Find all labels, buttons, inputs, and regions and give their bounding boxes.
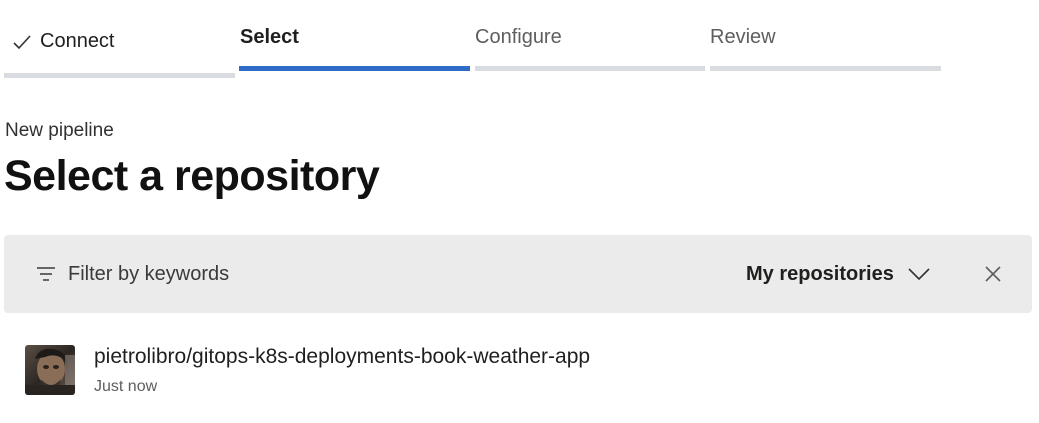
repository-name: pietrolibro/gitops-k8s-deployments-book-… <box>94 345 591 368</box>
step-configure-label-row: Configure <box>475 26 562 49</box>
step-select-label: Select <box>240 26 299 48</box>
step-configure[interactable]: Configure <box>475 0 705 72</box>
repository-list-item[interactable]: pietrolibro/gitops-k8s-deployments-book-… <box>24 340 1024 404</box>
step-select-progress-bar <box>239 66 470 71</box>
breadcrumb: New pipeline <box>5 120 114 141</box>
wizard-steps: Connect Select Configure Review <box>4 0 944 78</box>
avatar-photo <box>25 345 75 395</box>
checkmark-icon <box>13 34 31 49</box>
step-review[interactable]: Review <box>710 0 941 72</box>
repository-timestamp: Just now <box>94 378 158 395</box>
chevron-down-icon <box>908 268 930 281</box>
clear-filter-button[interactable] <box>981 262 1005 286</box>
step-connect-label: Connect <box>40 30 115 52</box>
filter-bar: My repositories <box>4 235 1032 313</box>
repository-scope-dropdown[interactable]: My repositories <box>746 257 930 291</box>
step-configure-progress-bar <box>475 66 705 71</box>
page-title: Select a repository <box>4 152 380 200</box>
user-avatar <box>25 345 75 395</box>
step-review-label: Review <box>710 26 776 48</box>
repository-scope-label: My repositories <box>746 262 894 285</box>
step-connect[interactable]: Connect <box>4 0 235 78</box>
step-connect-progress-bar <box>4 73 235 78</box>
step-review-progress-bar <box>710 66 941 71</box>
step-select[interactable]: Select <box>239 0 470 72</box>
step-connect-label-row: Connect <box>12 30 115 53</box>
close-icon <box>985 266 1001 282</box>
step-select-label-row: Select <box>240 26 299 49</box>
step-review-label-row: Review <box>710 26 776 49</box>
filter-keywords-input[interactable] <box>68 257 488 291</box>
step-configure-label: Configure <box>475 26 562 48</box>
filter-icon <box>37 267 55 281</box>
